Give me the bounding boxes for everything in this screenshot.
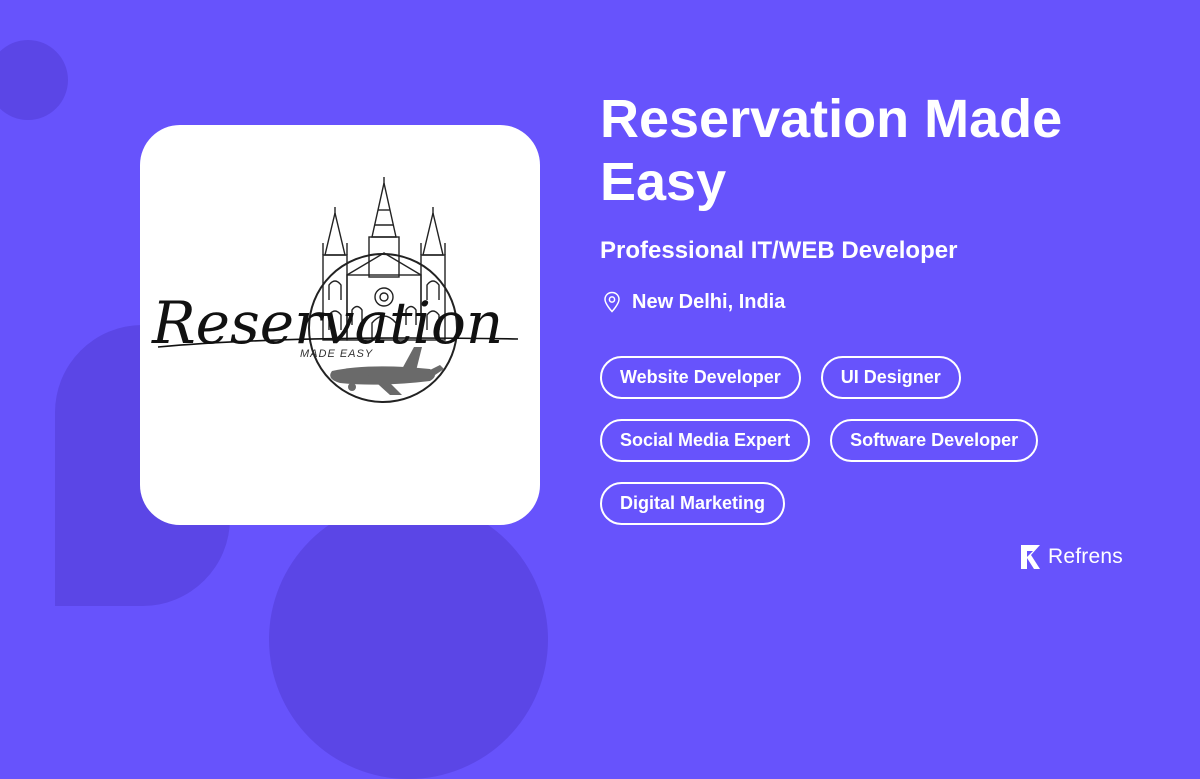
- skill-tag[interactable]: Website Developer: [600, 356, 801, 399]
- reservation-logo-image: Reservation MADE EASY: [151, 177, 519, 403]
- skill-tags: Website Developer UI Designer Social Med…: [600, 356, 1070, 525]
- refrens-brand[interactable]: Refrens: [1020, 544, 1123, 570]
- refrens-logo-icon: [1021, 545, 1040, 569]
- profile-headline: Professional IT/WEB Developer: [600, 237, 958, 264]
- decorative-shape-bottom: [269, 500, 548, 779]
- logo-script-text: Reservation: [151, 289, 503, 357]
- skill-tag[interactable]: UI Designer: [820, 356, 961, 399]
- decorative-circle: [0, 40, 68, 120]
- logo-tagline-text: MADE EASY: [300, 348, 373, 360]
- brand-name: Refrens: [1048, 545, 1123, 568]
- profile-name: Reservation Made Easy: [600, 89, 1063, 212]
- skill-tag[interactable]: Software Developer: [830, 419, 1039, 462]
- profile-logo-card: Reservation MADE EASY: [140, 125, 540, 525]
- skill-tag[interactable]: Social Media Expert: [600, 419, 811, 462]
- map-pin-icon: [604, 291, 620, 313]
- profile-location: New Delhi, India: [600, 288, 1140, 316]
- skill-tag[interactable]: Digital Marketing: [600, 482, 786, 525]
- profile-info: Reservation Made Easy Professional IT/WE…: [600, 88, 1140, 525]
- location-text: New Delhi, India: [632, 290, 786, 313]
